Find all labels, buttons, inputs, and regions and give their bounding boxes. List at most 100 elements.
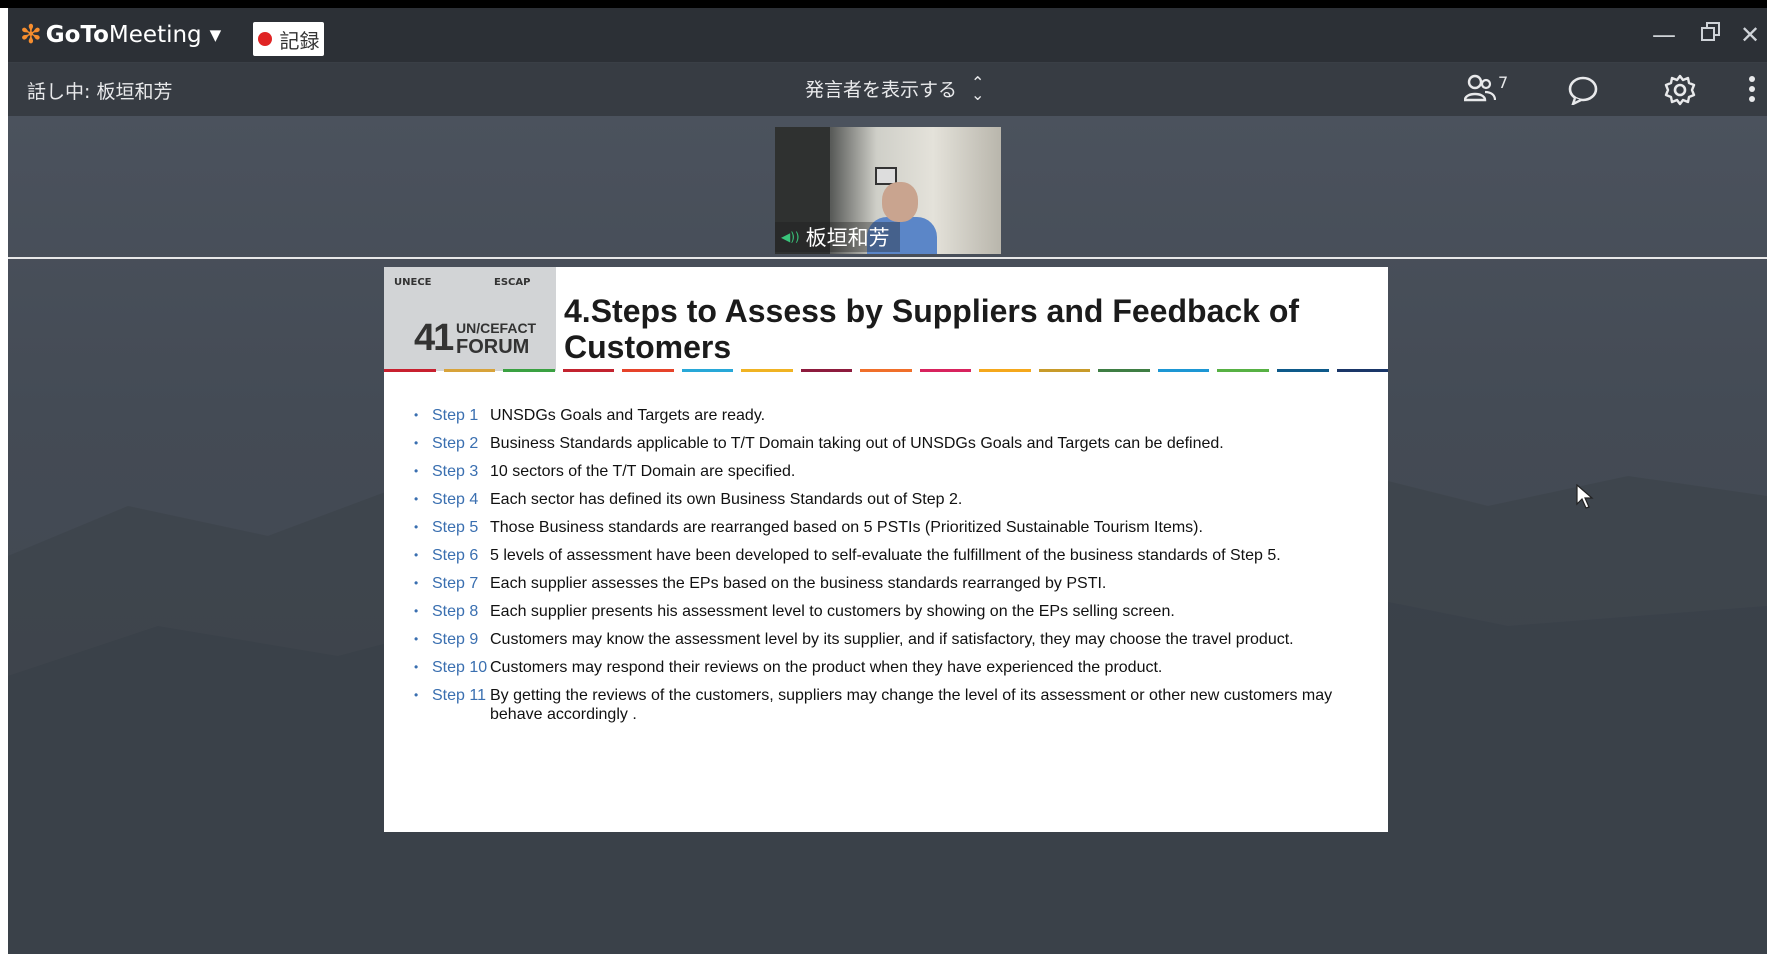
step-item: • Step 1 UNSDGs Goals and Targets are read… bbox=[414, 406, 1374, 425]
color-rule-segment bbox=[860, 369, 912, 372]
bullet-icon: • bbox=[414, 520, 419, 534]
close-icon[interactable]: ✕ bbox=[1740, 20, 1760, 50]
step-number: Step 6 bbox=[432, 547, 479, 564]
color-rule-segment bbox=[800, 369, 853, 372]
bullet-icon: • bbox=[414, 492, 419, 506]
bullet-icon: • bbox=[414, 464, 419, 478]
step-text: UNSDGs Goals and Targets are ready. bbox=[490, 407, 766, 424]
step-item: • Step 9 Customers may know the assessment… bbox=[414, 630, 1374, 649]
color-rule-segment bbox=[1336, 369, 1389, 372]
step-item: • Step 6 5 levels of assessment have been … bbox=[414, 546, 1374, 565]
record-button[interactable]: 記録 bbox=[253, 22, 324, 56]
step-item: • Step 11 By getting the reviews of the cu… bbox=[414, 686, 1374, 724]
show-speaker-label: 発言者を表示する bbox=[805, 79, 958, 101]
shared-screen-slide: UNECE ESCAP 41 UN/CEFACT FORUM 4.Steps t… bbox=[384, 267, 1389, 832]
step-text: Customers may respond their reviews on t… bbox=[490, 659, 1163, 676]
step-text: Each supplier presents his assessment le… bbox=[490, 603, 1175, 620]
step-text: 10 sectors of the T/T Domain are specifi… bbox=[490, 463, 796, 480]
bullet-icon: • bbox=[414, 688, 419, 702]
sdg-color-rule bbox=[384, 369, 1389, 373]
bullet-icon: • bbox=[414, 436, 419, 450]
meeting-toolbar: 話し中: 板垣和芳 発言者を表示する ⌃ ⌄ 7 bbox=[8, 63, 1767, 116]
color-rule-segment bbox=[979, 369, 1031, 372]
slide-title: 4.Steps to Assess by Suppliers and Feedb… bbox=[564, 293, 1300, 365]
minimize-icon[interactable]: — bbox=[1652, 20, 1676, 50]
escap-logo: ESCAP bbox=[494, 277, 531, 288]
bullet-icon: • bbox=[414, 408, 419, 422]
color-rule-segment bbox=[384, 369, 436, 372]
step-number: Step 10 bbox=[432, 659, 488, 676]
color-rule-segment bbox=[1157, 369, 1210, 372]
gear-icon bbox=[1664, 74, 1696, 106]
step-number: Step 11 bbox=[432, 687, 486, 704]
step-number: Step 1 bbox=[432, 407, 479, 424]
color-rule-segment bbox=[1038, 369, 1091, 372]
step-item: • Step 5 Those Business standards are rear… bbox=[414, 518, 1374, 537]
settings-button[interactable] bbox=[1664, 74, 1696, 110]
forum-number: 41 bbox=[414, 317, 454, 359]
speaking-indicator: 話し中: 板垣和芳 bbox=[27, 81, 173, 103]
bullet-icon: • bbox=[414, 576, 419, 590]
stage-divider bbox=[8, 257, 1767, 259]
step-text: By getting the reviews of the customers,… bbox=[490, 687, 1333, 723]
chevron-up-down-icon: ⌃ ⌄ bbox=[971, 72, 985, 104]
color-rule-segment bbox=[503, 369, 555, 372]
step-number: Step 2 bbox=[432, 435, 479, 452]
step-number: Step 9 bbox=[432, 631, 479, 648]
participant-head bbox=[882, 182, 918, 222]
step-item: • Step 8 Each supplier presents his assess… bbox=[414, 602, 1374, 621]
step-number: Step 4 bbox=[432, 491, 479, 508]
chat-bubble-icon bbox=[1568, 76, 1598, 107]
restore-icon[interactable] bbox=[1700, 20, 1722, 50]
app-menu[interactable]: ✻ GoTo Meeting ▼ bbox=[20, 20, 221, 50]
step-text: 5 levels of assessment have been develop… bbox=[490, 547, 1281, 564]
screen-top-edge bbox=[0, 0, 1767, 8]
title-bar: ✻ GoTo Meeting ▼ 記録 — ✕ bbox=[8, 8, 1767, 63]
color-rule-segment bbox=[741, 369, 793, 372]
bullet-icon: • bbox=[414, 548, 419, 562]
forum-org: UN/CEFACT bbox=[456, 320, 537, 336]
step-number: Step 7 bbox=[432, 575, 479, 592]
color-rule-segment bbox=[562, 369, 615, 372]
people-icon bbox=[1464, 74, 1496, 102]
participant-name: 板垣和芳 bbox=[805, 226, 890, 250]
bullet-icon: • bbox=[414, 632, 419, 646]
forum-word: FORUM bbox=[456, 336, 530, 358]
brand-name-light: Meeting bbox=[108, 22, 202, 48]
participant-video-tile[interactable]: ◀)) 板垣和芳 bbox=[775, 127, 1001, 254]
record-dot-icon bbox=[257, 32, 272, 46]
audio-active-icon: ◀)) bbox=[781, 230, 800, 244]
step-item: • Step 10 Customers may respond their revi… bbox=[414, 658, 1374, 677]
record-label: 記録 bbox=[279, 28, 320, 53]
step-text: Business Standards applicable to T/T Dom… bbox=[490, 435, 1224, 452]
attendee-count: 7 bbox=[1498, 73, 1509, 92]
color-rule-segment bbox=[681, 369, 734, 372]
unece-logo: UNECE bbox=[394, 277, 432, 288]
step-text: Each sector has defined its own Business… bbox=[490, 491, 963, 508]
color-rule-segment bbox=[1098, 369, 1150, 372]
color-rule-segment bbox=[622, 369, 674, 372]
show-speaker-toggle[interactable]: 発言者を表示する ⌃ ⌄ bbox=[805, 72, 985, 104]
bullet-icon: • bbox=[414, 660, 419, 674]
step-text: Customers may know the assessment level … bbox=[490, 631, 1294, 648]
step-number: Step 5 bbox=[432, 519, 479, 536]
vertical-dots-icon bbox=[1749, 76, 1755, 102]
more-options-button[interactable] bbox=[1748, 75, 1756, 107]
step-item: • Step 2 Business Standards applicable to … bbox=[414, 434, 1374, 453]
step-item: • Step 4 Each sector has defined its own B… bbox=[414, 490, 1374, 509]
bullet-icon: • bbox=[414, 604, 419, 618]
color-rule-segment bbox=[443, 369, 496, 372]
attendees-button[interactable]: 7 bbox=[1464, 73, 1508, 103]
color-rule-segment bbox=[1276, 369, 1329, 372]
brand-name-bold: GoTo bbox=[45, 22, 109, 48]
color-rule-segment bbox=[1217, 369, 1269, 372]
color-rule-segment bbox=[919, 369, 972, 372]
participant-name-tag: ◀)) 板垣和芳 bbox=[775, 222, 900, 252]
caret-down-icon: ▼ bbox=[209, 26, 222, 44]
steps-list: • Step 1 UNSDGs Goals and Targets are read… bbox=[414, 406, 1374, 733]
chat-button[interactable] bbox=[1567, 75, 1599, 109]
step-number: Step 8 bbox=[432, 603, 479, 620]
gotomeeting-window: ✻ GoTo Meeting ▼ 記録 — ✕ 話し中: 板垣和芳 発言者を表示… bbox=[8, 8, 1767, 954]
gotomeeting-logo-icon: ✻ bbox=[20, 20, 42, 50]
step-text: Those Business standards are rearranged … bbox=[490, 519, 1203, 536]
